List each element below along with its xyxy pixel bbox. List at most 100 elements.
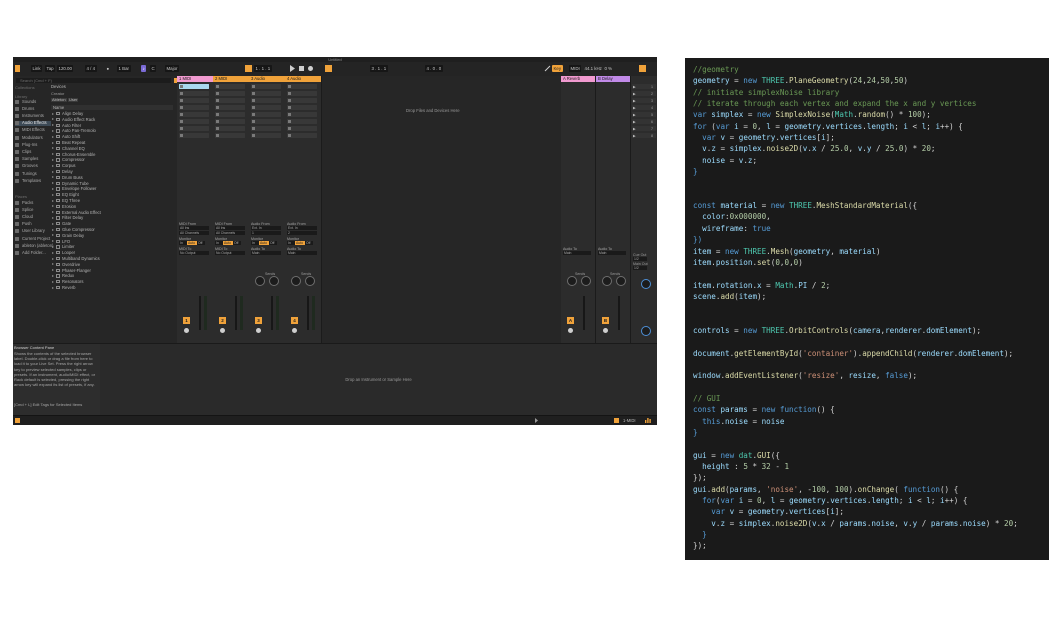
name-column-header[interactable]: Name [51, 105, 173, 110]
clip-slot[interactable] [179, 119, 209, 124]
expand-triangle-icon[interactable] [52, 274, 54, 277]
scene-play-icon[interactable]: ▶ [633, 106, 636, 110]
scene-play-icon[interactable]: ▶ [633, 92, 636, 96]
clip-slot[interactable] [251, 126, 281, 131]
input-type-select[interactable]: Ext. In [287, 226, 317, 230]
record-icon[interactable] [307, 65, 314, 72]
clip-stop-icon[interactable] [252, 113, 255, 116]
clip-stop-icon[interactable] [288, 113, 291, 116]
clip-slot[interactable] [287, 91, 317, 96]
cue-volume-knob[interactable] [641, 279, 651, 289]
input-channel-select[interactable]: All Channels [215, 231, 245, 235]
clip-slot[interactable] [215, 105, 245, 110]
clip-slot[interactable] [215, 126, 245, 131]
clip-stop-icon[interactable] [216, 134, 219, 137]
expand-triangle-icon[interactable] [52, 164, 54, 167]
play-icon[interactable] [289, 65, 296, 72]
track-header[interactable]: 4 Audio [285, 76, 321, 82]
output-select[interactable]: Main [251, 251, 281, 255]
volume-fader[interactable] [271, 296, 273, 330]
solo-button[interactable] [220, 328, 225, 333]
solo-button[interactable] [256, 328, 261, 333]
clip-slot[interactable] [179, 126, 209, 131]
monitor-off-button[interactable]: Off [269, 241, 277, 245]
expand-triangle-icon[interactable] [52, 240, 54, 243]
expand-triangle-icon[interactable] [52, 245, 54, 248]
clip-stop-icon[interactable] [216, 113, 219, 116]
expand-triangle-icon[interactable] [52, 135, 54, 138]
expand-triangle-icon[interactable] [52, 193, 54, 196]
clip-slot[interactable] [215, 133, 245, 138]
expand-triangle-icon[interactable] [52, 251, 54, 254]
filter-ableton[interactable]: Ableton [51, 98, 67, 102]
clip-stop-icon[interactable] [216, 120, 219, 123]
return-track-header[interactable]: B Delay [596, 76, 630, 82]
expand-triangle-icon[interactable] [52, 216, 54, 219]
expand-triangle-icon[interactable] [52, 187, 54, 190]
send-knob[interactable] [581, 276, 591, 286]
clip-slot[interactable] [215, 84, 245, 89]
places-item[interactable]: ableton (ableton) [15, 243, 53, 248]
sidebar-item[interactable]: Samples [15, 156, 51, 162]
expand-triangle-icon[interactable] [52, 158, 54, 161]
monitor-off-button[interactable]: Off [197, 241, 205, 245]
scene-launch-row[interactable]: ▶ 1 [632, 84, 656, 89]
send-knob[interactable] [602, 276, 612, 286]
places-item[interactable]: Cloud [15, 214, 51, 219]
places-item[interactable]: Splice [15, 207, 51, 212]
info-toggle-icon[interactable] [15, 418, 20, 423]
browser-breadcrumb[interactable]: Devices [51, 84, 66, 89]
send-b-knob[interactable] [305, 276, 315, 286]
clip-stop-icon[interactable] [252, 99, 255, 102]
expand-triangle-icon[interactable] [52, 257, 54, 260]
input-channel-select[interactable]: 2 [287, 231, 317, 235]
expand-triangle-icon[interactable] [52, 269, 54, 272]
sidebar-item[interactable]: Clips [15, 149, 51, 154]
clip-stop-icon[interactable] [180, 106, 183, 109]
expand-triangle-icon[interactable] [52, 112, 54, 115]
scene-play-icon[interactable]: ▶ [633, 134, 636, 138]
sidebar-item[interactable]: Drums [15, 106, 51, 111]
expand-triangle-icon[interactable] [52, 286, 54, 289]
output-select[interactable]: Main [287, 251, 317, 255]
clip-slot[interactable] [251, 105, 281, 110]
draw-mode-icon[interactable] [544, 65, 551, 72]
key-map-button[interactable]: Key [552, 65, 563, 72]
places-item[interactable]: Current Project [15, 236, 51, 241]
monitor-off-button[interactable]: Off [233, 241, 241, 245]
clip-stop-icon[interactable] [180, 99, 183, 102]
scale-field[interactable]: Major [165, 65, 179, 72]
volume-fader[interactable] [307, 296, 309, 330]
monitor-auto-button[interactable]: Auto [187, 241, 197, 245]
monitor-off-button[interactable]: Off [305, 241, 313, 245]
clip-stop-icon[interactable] [216, 99, 219, 102]
clip-slot[interactable] [287, 98, 317, 103]
browser-search-input[interactable]: Search (Cmd + F) [16, 78, 171, 83]
sidebar-item[interactable]: Plug-Ins [15, 142, 51, 147]
clip-slot[interactable] [179, 91, 209, 96]
key-field[interactable]: C [150, 65, 157, 72]
places-item[interactable]: User Library [15, 229, 51, 234]
expand-triangle-icon[interactable] [52, 118, 54, 121]
volume-fader[interactable] [235, 296, 237, 330]
sidebar-item[interactable]: Tunings [15, 171, 51, 176]
monitor-auto-button[interactable]: Auto [223, 241, 233, 245]
arrangement-position-field[interactable]: 1 . 1 . 1 [254, 65, 272, 72]
solo-button[interactable] [603, 328, 608, 333]
output-select[interactable]: Main [563, 251, 591, 255]
monitor-in-button[interactable]: In [215, 241, 223, 245]
clip-stop-icon[interactable] [180, 113, 183, 116]
return-activator-button[interactable]: A [567, 317, 574, 324]
clip-slot[interactable] [287, 133, 317, 138]
expand-triangle-icon[interactable] [52, 234, 54, 237]
track-activator-button[interactable]: 3 [255, 317, 262, 324]
volume-fader[interactable] [618, 296, 620, 330]
clip-stop-icon[interactable] [252, 85, 255, 88]
clip-slot[interactable] [179, 112, 209, 117]
clip-stop-icon[interactable] [180, 134, 183, 137]
send-a-knob[interactable] [291, 276, 301, 286]
clip-slot[interactable] [215, 112, 245, 117]
quantize-field[interactable]: 1 Bar [117, 65, 131, 72]
cue-out-select[interactable]: 1/2 [633, 257, 647, 261]
volume-fader[interactable] [583, 296, 585, 330]
